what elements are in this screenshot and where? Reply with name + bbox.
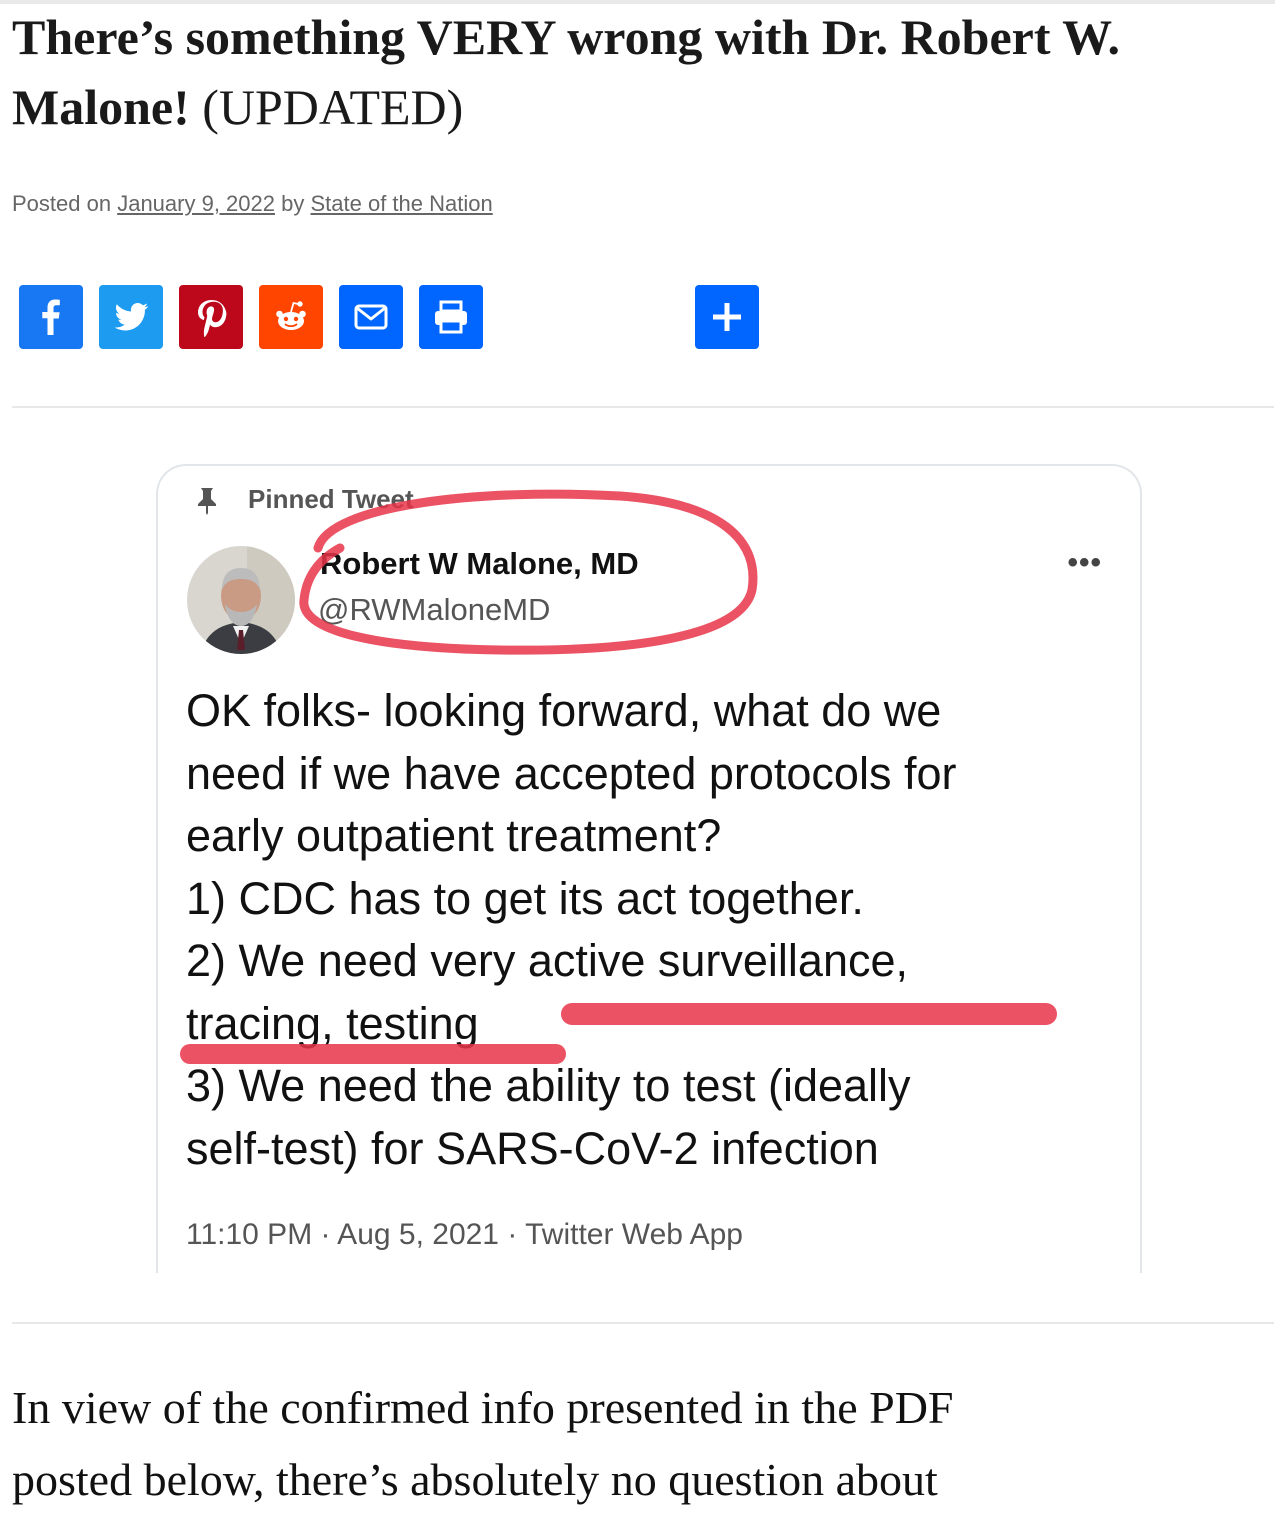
tweet-line: need if we have accepted protocols for xyxy=(186,747,957,799)
pinned-row: Pinned Tweet xyxy=(192,484,414,515)
share-print-button[interactable] xyxy=(419,285,483,349)
tweet-line: early outpatient treatment? xyxy=(186,810,722,861)
tweet-line: tracing, testing xyxy=(186,997,479,1049)
tweet-timestamp: 11:10 PM · Aug 5, 2021 · Twitter Web App xyxy=(186,1218,743,1251)
tweet-line: 3) We need the ability to test (ideally xyxy=(186,1060,911,1111)
avatar[interactable] xyxy=(187,546,295,654)
share-email-button[interactable] xyxy=(339,285,403,349)
author-link[interactable]: State of the Nation xyxy=(310,191,492,216)
share-reddit-button[interactable] xyxy=(259,285,323,349)
pinned-label: Pinned Tweet xyxy=(248,484,414,514)
tweet-line: OK folks- looking forward, what do we xyxy=(186,685,942,736)
share-facebook-button[interactable] xyxy=(19,285,83,349)
tweet-author-name[interactable]: Robert W Malone, MD xyxy=(320,546,639,582)
ellipsis-icon[interactable]: ••• xyxy=(1067,546,1102,580)
pin-icon xyxy=(198,487,216,515)
posted-on-label: Posted on xyxy=(12,191,112,216)
share-pinterest-button[interactable] xyxy=(179,285,243,349)
tweet-author-handle[interactable]: @RWMaloneMD xyxy=(318,592,550,628)
divider xyxy=(12,1322,1274,1324)
twitter-icon xyxy=(114,303,149,331)
tweet-body: OK folks- looking forward, what do we ne… xyxy=(186,680,1126,1180)
post-title: There’s something VERY wrong with Dr. Ro… xyxy=(12,9,1121,135)
tweet-line: 1) CDC has to get its act together. xyxy=(186,872,864,924)
post-paragraph: In view of the confirmed info presented … xyxy=(12,1372,1274,1516)
paragraph-line: In view of the confirmed info presented … xyxy=(12,1382,954,1433)
avatar-image xyxy=(187,546,295,654)
facebook-icon xyxy=(42,299,60,335)
paragraph-line: posted below, there’s absolutely no ques… xyxy=(12,1454,938,1505)
by-label: by xyxy=(281,191,305,216)
tweet-screenshot: Pinned Tweet Robert W Malone, MD @RWMalo… xyxy=(156,464,1142,1273)
pinterest-icon xyxy=(198,300,227,337)
plus-icon xyxy=(713,303,741,331)
divider xyxy=(12,406,1274,408)
share-twitter-button[interactable] xyxy=(99,285,163,349)
print-icon xyxy=(435,300,467,334)
post-date-link[interactable]: January 9, 2022 xyxy=(117,191,275,216)
email-icon xyxy=(354,304,388,330)
tweet-line: 2) We need very active surveillance, xyxy=(186,935,908,986)
reddit-icon xyxy=(276,301,306,330)
share-more-button[interactable] xyxy=(695,285,759,349)
tweet-line: self-test) for SARS-CoV-2 infection xyxy=(186,1122,879,1174)
post-meta: Posted on January 9, 2022 by State of th… xyxy=(12,188,493,220)
